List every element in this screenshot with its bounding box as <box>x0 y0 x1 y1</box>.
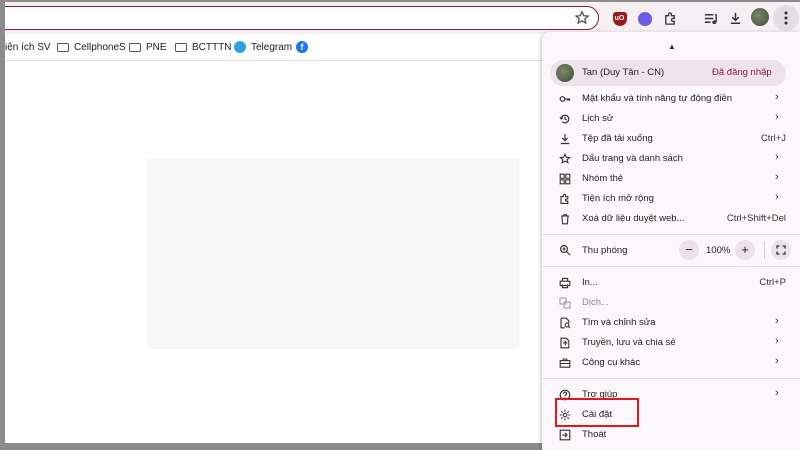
chevron-right-icon: › <box>775 355 779 367</box>
menu-item-print[interactable]: In... Ctrl+P <box>542 274 800 292</box>
trash-icon <box>561 214 569 225</box>
avatar[interactable] <box>751 8 769 26</box>
menu-item-extensions[interactable]: Tiện ích mở rộng › <box>542 190 800 208</box>
profile-row[interactable]: Tan (Duy Tân - CN) Đã đăng nhập <box>550 60 786 86</box>
menu-item-shortcut: Ctrl+Shift+Del <box>726 213 786 224</box>
menu-item-shortcut: Ctrl+J <box>760 133 786 144</box>
folder-icon <box>129 42 141 52</box>
chevron-right-icon: › <box>775 151 779 163</box>
menu-item-tab-groups[interactable]: Nhóm thẻ › <box>542 170 800 188</box>
bookmark-cellphones[interactable]: CellphoneS <box>57 40 126 54</box>
puzzle-icon[interactable] <box>662 10 679 27</box>
menu-item-more-tools[interactable]: Công cụ khác › <box>542 354 800 372</box>
folder-icon <box>175 42 187 52</box>
menu-item-label: Mật khẩu và tính năng tự động điền <box>582 93 733 104</box>
menu-item-cast-save-share[interactable]: Truyền, lưu và chia sẻ › <box>542 334 800 352</box>
find-icon <box>560 317 571 329</box>
history-icon <box>559 114 570 124</box>
cast-icon <box>560 337 570 349</box>
chevron-right-icon: › <box>775 315 779 327</box>
menu-item-label: Thu phóng <box>582 245 628 256</box>
print-icon <box>559 277 571 289</box>
address-bar[interactable] <box>5 6 599 30</box>
menu-item-label: Công cụ khác <box>582 357 641 368</box>
ublock-icon[interactable]: uO <box>611 10 628 27</box>
chevron-right-icon: › <box>775 111 779 123</box>
zoom-in-button[interactable]: + <box>735 240 755 260</box>
bookmark-telegram[interactable]: Telegram <box>234 40 292 54</box>
menu-item-clear-browsing-data[interactable]: Xoá dữ liệu duyệt web... Ctrl+Shift+Del <box>542 210 800 228</box>
bookmark-label: PNE <box>146 41 167 53</box>
chrome-main-menu: ▲ Tan (Duy Tân - CN) Đã đăng nhập Mật kh… <box>542 32 800 450</box>
menu-item-label: Tệp đã tải xuống <box>582 133 653 144</box>
bookmark-star-icon[interactable] <box>574 10 590 26</box>
zoom-divider <box>764 241 765 259</box>
menu-item-passwords[interactable]: Mật khẩu và tính năng tự động điền › <box>542 90 800 108</box>
folder-icon <box>57 42 69 52</box>
chevron-right-icon: › <box>775 191 779 203</box>
chevron-right-icon: › <box>775 171 779 183</box>
bookmark-bctttn[interactable]: BCTTTN <box>175 40 231 54</box>
menu-item-label: Thoát <box>582 429 607 440</box>
menu-item-zoom: Thu phóng − 100% + <box>542 238 800 262</box>
signed-in-status: Đã đăng nhập <box>712 67 772 78</box>
download-icon <box>560 134 570 145</box>
avatar <box>556 64 574 82</box>
more-menu-icon[interactable] <box>773 5 799 31</box>
menu-item-label: Xoá dữ liệu duyệt web... <box>582 213 685 224</box>
menu-item-label: Truyền, lưu và chia sẻ <box>582 337 676 348</box>
fullscreen-button[interactable] <box>771 240 791 260</box>
menu-item-label: Dịch... <box>582 297 609 308</box>
bookmark-facebook[interactable]: f <box>296 40 308 54</box>
media-control-icon[interactable] <box>702 10 719 27</box>
menu-item-shortcut: Ctrl+P <box>759 277 786 288</box>
toolbox-icon <box>559 358 571 368</box>
profile-name: Tan (Duy Tân - CN) <box>582 67 665 78</box>
menu-item-history[interactable]: Lịch sử › <box>542 110 800 128</box>
settings-highlight-annotation <box>555 398 639 427</box>
caret-up-icon: ▲ <box>668 42 676 51</box>
menu-item-label: Dấu trang và danh sách <box>582 153 683 164</box>
menu-item-translate[interactable]: Dịch... <box>542 294 800 312</box>
puzzle-icon <box>560 193 569 204</box>
telegram-icon <box>234 41 246 53</box>
chevron-right-icon: › <box>775 91 779 103</box>
star-icon <box>559 153 571 164</box>
menu-divider <box>542 378 800 379</box>
zoom-icon <box>559 244 571 256</box>
chevron-right-icon: › <box>775 335 779 347</box>
menu-item-label: Tìm và chỉnh sửa <box>582 317 656 328</box>
menu-item-label: In... <box>582 277 598 288</box>
exit-icon <box>559 429 571 441</box>
bookmark-tien-ich-sv[interactable]: iện ích SV <box>5 40 51 54</box>
menu-item-downloads[interactable]: Tệp đã tải xuống Ctrl+J <box>542 130 800 148</box>
zoom-out-button[interactable]: − <box>679 240 699 260</box>
download-icon[interactable] <box>727 10 744 27</box>
facebook-icon: f <box>296 41 308 53</box>
zoom-level: 100% <box>706 245 731 256</box>
menu-divider <box>542 266 800 267</box>
bookmark-label: iện ích SV <box>5 41 51 53</box>
bookmark-label: Telegram <box>251 41 293 53</box>
menu-item-label: Tiện ích mở rộng <box>582 193 654 204</box>
menu-item-find-edit[interactable]: Tìm và chỉnh sửa › <box>542 314 800 332</box>
bookmark-label: CellphoneS <box>74 41 126 53</box>
key-icon <box>559 96 571 102</box>
chevron-right-icon: › <box>775 387 779 399</box>
discord-icon[interactable] <box>636 10 653 27</box>
toolbar: uO <box>5 2 800 34</box>
fullscreen-icon <box>776 245 786 255</box>
menu-divider <box>542 234 800 235</box>
menu-item-exit[interactable]: Thoát <box>542 426 800 444</box>
bookmark-pne[interactable]: PNE <box>129 40 167 54</box>
translate-icon <box>559 297 571 309</box>
menu-item-label: Lịch sử <box>582 113 614 124</box>
page-content-area <box>147 159 519 349</box>
tab-groups-icon <box>559 173 571 185</box>
bookmark-label: BCTTTN <box>192 41 232 53</box>
menu-item-bookmarks[interactable]: Dấu trang và danh sách › <box>542 150 800 168</box>
menu-item-label: Nhóm thẻ <box>582 173 624 184</box>
